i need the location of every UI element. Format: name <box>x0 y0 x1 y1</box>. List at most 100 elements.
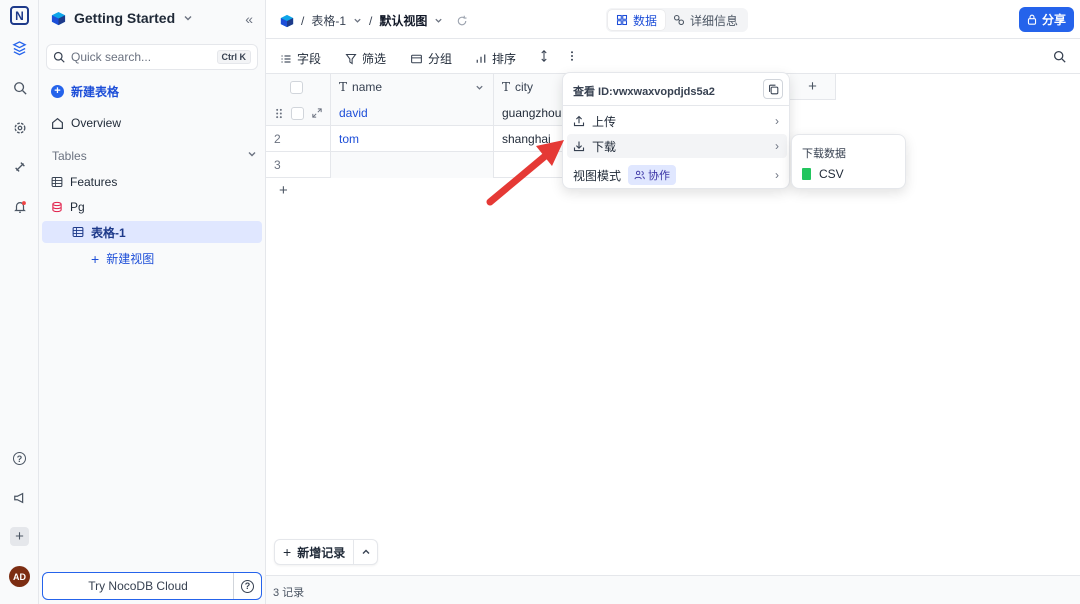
column-header-city[interactable]: T city <box>494 74 566 100</box>
try-cloud-box: Try NocoDB Cloud ? <box>42 572 262 600</box>
menu-item-upload[interactable]: 上传 › <box>567 109 787 133</box>
share-button[interactable]: 分享 <box>1018 7 1074 32</box>
row-index-cell[interactable]: 3 <box>266 152 331 178</box>
more-options-button[interactable] <box>570 50 574 62</box>
search-icon[interactable] <box>10 78 29 97</box>
cell-name[interactable]: tom <box>331 126 494 152</box>
chevron-right-icon: › <box>775 168 779 182</box>
select-all-checkbox[interactable] <box>290 80 303 94</box>
new-table-label: 新建表格 <box>71 85 120 99</box>
share-label: 分享 <box>1041 13 1066 27</box>
filter-button[interactable]: 筛选 <box>345 50 386 67</box>
download-csv-item[interactable]: CSV <box>802 167 844 181</box>
row-height-button[interactable] <box>539 50 549 62</box>
expand-icon[interactable] <box>312 108 322 118</box>
workspace-switcher[interactable]: Getting Started <box>51 10 193 26</box>
tab-details[interactable]: 详细信息 <box>665 10 746 30</box>
cell-city[interactable]: guangzhou <box>494 100 566 126</box>
help-icon[interactable]: ? <box>10 449 29 468</box>
app: N ? + AD Getting Started « Quick search.… <box>0 0 1080 604</box>
menu-item-download[interactable]: 下载 › <box>567 134 787 158</box>
row-height-icon <box>541 50 547 62</box>
drag-handle-icon[interactable] <box>275 108 283 119</box>
sidebar-item-features[interactable]: Features <box>51 175 117 189</box>
new-table-button[interactable]: + 新建表格 <box>51 83 119 100</box>
footer-bar: 3 记录 <box>266 575 1080 604</box>
table-row[interactable]: david guangzhou <box>266 100 566 126</box>
sidebar-item-table-1[interactable]: 表格-1 <box>42 221 262 243</box>
plus-icon: + <box>91 250 100 267</box>
search-icon <box>53 51 65 63</box>
csv-file-icon <box>802 168 811 180</box>
fields-button[interactable]: 字段 <box>280 50 321 67</box>
menu-item-label: 上传 <box>592 114 617 129</box>
bases-icon[interactable] <box>10 39 29 58</box>
view-tabs: 数据 详细信息 <box>606 8 749 32</box>
view-toolbar: 字段 筛选 分组 排序 <box>266 39 1080 74</box>
text-type-icon: T <box>502 80 511 94</box>
search-shortcut: Ctrl K <box>216 50 251 64</box>
top-bar: / 表格-1 / 默认视图 数据 详细信息 分享 <box>266 0 1080 39</box>
help-icon: ? <box>241 579 254 593</box>
overview-item[interactable]: Overview <box>51 116 121 130</box>
cell-name[interactable]: david <box>331 100 494 126</box>
row-checkbox[interactable] <box>291 106 304 120</box>
copy-icon <box>768 84 778 94</box>
group-icon <box>411 54 422 63</box>
chevron-down-icon[interactable] <box>475 83 484 92</box>
sidebar: Getting Started « Quick search... Ctrl K… <box>39 0 266 604</box>
breadcrumb-separator: / <box>369 13 373 28</box>
copy-button[interactable] <box>763 79 783 99</box>
notification-bell-icon[interactable] <box>10 197 29 216</box>
row-index-cell[interactable] <box>266 100 331 126</box>
download-submenu: 下载数据 CSV <box>791 134 906 189</box>
filter-icon <box>345 53 357 64</box>
select-all-cell[interactable] <box>266 74 331 100</box>
add-record-options-button[interactable] <box>353 540 377 564</box>
help-button[interactable]: ? <box>233 573 261 599</box>
group-button[interactable]: 分组 <box>410 50 452 67</box>
quick-search-input[interactable]: Quick search... Ctrl K <box>46 44 258 70</box>
submenu-heading: 下载数据 <box>802 148 846 160</box>
grid-header-row: T name T city <box>266 74 566 100</box>
cell-name[interactable] <box>331 152 494 178</box>
chevron-down-icon[interactable] <box>353 16 362 25</box>
add-record-group: + 新增记录 <box>274 539 379 565</box>
menu-divider <box>563 105 789 106</box>
overview-label: Overview <box>71 116 122 130</box>
table-grid-icon <box>72 226 84 238</box>
gear-icon[interactable] <box>10 118 29 137</box>
nocodb-logo[interactable]: N <box>10 6 29 25</box>
breadcrumb-table[interactable]: 表格-1 <box>311 12 346 29</box>
sidebar-item-pg[interactable]: Pg <box>51 200 85 214</box>
tab-data[interactable]: 数据 <box>608 10 666 30</box>
chevron-down-icon[interactable] <box>434 16 443 25</box>
user-avatar[interactable]: AD <box>9 566 30 587</box>
add-row-icon[interactable]: + <box>279 182 288 199</box>
base-cube-icon <box>280 14 294 27</box>
new-view-button[interactable]: + 新建视图 <box>91 250 154 267</box>
users-icon <box>634 170 645 180</box>
menu-item-view-mode[interactable]: 视图模式 协作 › <box>567 163 787 187</box>
sort-button[interactable]: 排序 <box>475 50 516 67</box>
reload-icon[interactable] <box>456 15 468 27</box>
try-cloud-button[interactable]: Try NocoDB Cloud <box>43 579 233 593</box>
row-index-cell[interactable]: 2 <box>266 126 331 152</box>
column-header-name[interactable]: T name <box>331 74 494 100</box>
add-column-button[interactable]: + <box>790 74 836 100</box>
integrations-icon[interactable] <box>10 157 29 176</box>
chevron-right-icon: › <box>775 114 779 128</box>
base-cube-icon <box>51 11 66 25</box>
megaphone-icon[interactable] <box>10 488 29 507</box>
search-icon[interactable] <box>1053 50 1066 66</box>
new-view-label: 新建视图 <box>106 252 155 266</box>
tables-section-header[interactable]: Tables <box>52 149 257 163</box>
column-title: city <box>515 80 534 94</box>
plus-circle-icon: + <box>51 85 64 98</box>
breadcrumb-view[interactable]: 默认视图 <box>379 12 427 29</box>
add-record-button[interactable]: + 新增记录 <box>275 540 353 564</box>
tables-heading: Tables <box>52 149 87 163</box>
collapse-sidebar-icon[interactable]: « <box>245 11 253 27</box>
left-rail: N ? + AD <box>0 0 39 604</box>
add-icon[interactable]: + <box>10 527 29 546</box>
